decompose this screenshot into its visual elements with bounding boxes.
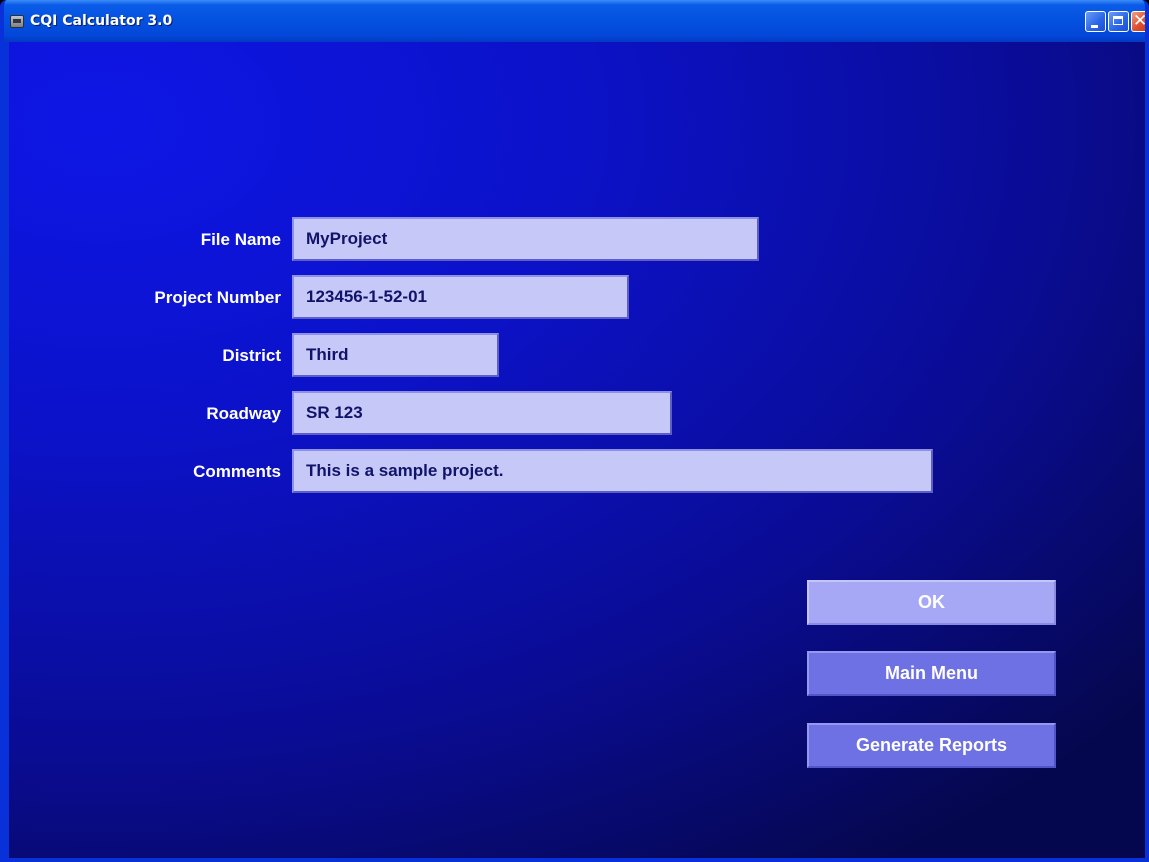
title-bar[interactable]: CQI Calculator 3.0 ✕ bbox=[4, 0, 1148, 42]
file-name-field[interactable]: MyProject bbox=[292, 217, 759, 261]
close-icon: ✕ bbox=[1133, 11, 1148, 31]
app-window: CQI Calculator 3.0 ✕ File Name MyProject… bbox=[0, 0, 1149, 862]
roadway-field[interactable]: SR 123 bbox=[292, 391, 672, 435]
roadway-label: Roadway bbox=[206, 404, 281, 423]
maximize-button[interactable] bbox=[1108, 11, 1129, 32]
file-name-label: File Name bbox=[200, 230, 281, 249]
window-title: CQI Calculator 3.0 bbox=[30, 13, 173, 29]
project-number-label: Project Number bbox=[154, 288, 281, 307]
district-field[interactable]: Third bbox=[292, 333, 499, 377]
generate-reports-button[interactable]: Generate Reports bbox=[807, 723, 1056, 768]
app-icon[interactable] bbox=[10, 15, 24, 28]
main-menu-button[interactable]: Main Menu bbox=[807, 651, 1056, 696]
close-button[interactable]: ✕ bbox=[1131, 11, 1148, 32]
form-panel: File Name MyProject Project Number 12345… bbox=[9, 42, 1145, 858]
district-label: District bbox=[222, 346, 281, 365]
comments-label: Comments bbox=[193, 462, 281, 481]
project-number-field[interactable]: 123456-1-52-01 bbox=[292, 275, 629, 319]
ok-button[interactable]: OK bbox=[807, 580, 1056, 625]
comments-field[interactable]: This is a sample project. bbox=[292, 449, 933, 493]
minimize-button[interactable] bbox=[1085, 11, 1106, 32]
